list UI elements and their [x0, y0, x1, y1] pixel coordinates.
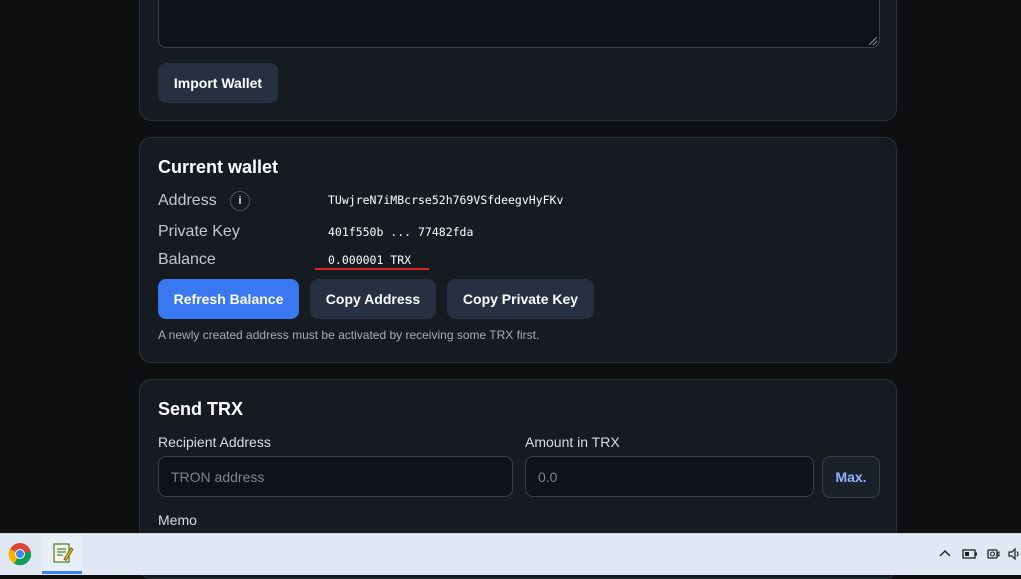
- taskbar: [0, 533, 1021, 575]
- camera-icon[interactable]: [986, 534, 1000, 574]
- battery-icon[interactable]: [962, 534, 978, 574]
- chrome-icon[interactable]: [0, 534, 40, 574]
- import-wallet-button[interactable]: Import Wallet: [158, 63, 278, 103]
- max-amount-button[interactable]: Max.: [822, 456, 880, 498]
- current-wallet-title: Current wallet: [158, 157, 279, 177]
- activation-note: A newly created address must be activate…: [158, 328, 540, 342]
- speaker-icon[interactable]: [1007, 534, 1021, 574]
- copy-private-key-button[interactable]: Copy Private Key: [447, 279, 594, 319]
- chevron-up-icon[interactable]: [938, 534, 952, 574]
- import-textarea[interactable]: [158, 0, 880, 48]
- private-key-value: 401f550b ... 77482fda: [328, 225, 474, 239]
- recipient-address-input[interactable]: [158, 456, 513, 497]
- send-trx-title: Send TRX: [158, 399, 244, 419]
- import-wallet-card: Import Wallet: [139, 0, 897, 121]
- memo-label: Memo: [158, 512, 197, 528]
- balance-label: Balance: [158, 251, 216, 268]
- balance-underline-annotation: [315, 268, 429, 270]
- amount-input[interactable]: [525, 456, 814, 497]
- copy-address-button[interactable]: Copy Address: [310, 279, 436, 319]
- text-editor-icon[interactable]: [42, 534, 82, 574]
- resize-handle-icon[interactable]: [869, 37, 877, 45]
- amount-label: Amount in TRX: [525, 434, 620, 450]
- current-wallet-card: Current wallet Address i TUwjreN7iMBcrse…: [139, 137, 897, 363]
- private-key-label: Private Key: [158, 223, 240, 240]
- recipient-address-label: Recipient Address: [158, 434, 271, 450]
- address-value: TUwjreN7iMBcrse52h769VSfdeegvHyFKv: [328, 193, 564, 207]
- refresh-balance-button[interactable]: Refresh Balance: [158, 279, 299, 319]
- address-label: Address: [158, 192, 217, 209]
- balance-value: 0.000001 TRX: [328, 253, 412, 267]
- info-icon[interactable]: i: [230, 191, 250, 211]
